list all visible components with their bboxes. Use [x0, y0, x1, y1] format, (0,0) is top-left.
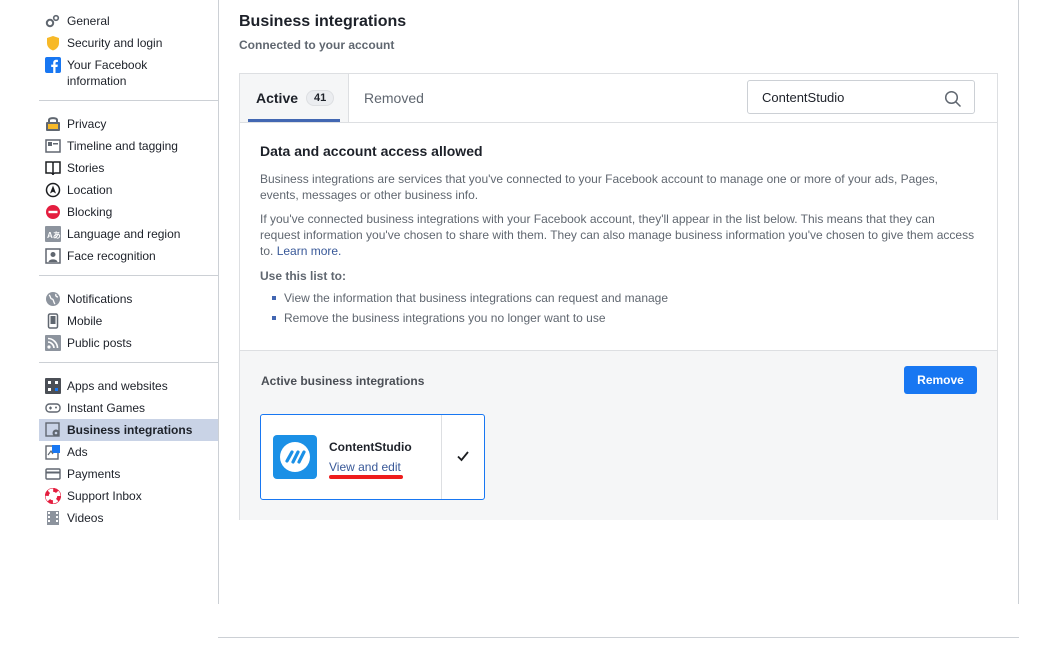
- sidebar-item-security[interactable]: Security and login: [39, 32, 218, 54]
- sidebar-item-label: Instant Games: [67, 401, 146, 415]
- sidebar-item-support-inbox[interactable]: Support Inbox: [39, 485, 218, 507]
- tab-removed[interactable]: Removed: [364, 74, 424, 122]
- learn-more-link[interactable]: Learn more.: [277, 244, 342, 258]
- use-list-title: Use this list to:: [260, 269, 347, 283]
- search-icon[interactable]: [944, 90, 962, 108]
- sidebar-item-stories[interactable]: Stories: [39, 157, 218, 179]
- book-icon: [45, 160, 61, 176]
- active-integrations-title: Active business integrations: [261, 374, 425, 388]
- sidebar-item-general[interactable]: General: [39, 10, 218, 32]
- sidebar-item-label: Language and region: [67, 227, 181, 241]
- sidebar-item-label: Location: [67, 183, 113, 197]
- page-title: Business integrations: [239, 13, 407, 30]
- contentstudio-logo-icon: [273, 435, 317, 479]
- sidebar-item-label: Ads: [67, 445, 88, 459]
- facebook-icon: [45, 57, 61, 73]
- tab-underline: [248, 119, 340, 122]
- sidebar-item-label: Face recognition: [67, 249, 156, 263]
- integration-name: ContentStudio: [329, 440, 412, 454]
- view-and-edit-link[interactable]: View and edit: [329, 460, 401, 474]
- ads-icon: [45, 444, 61, 460]
- business-integrations-icon: [45, 422, 61, 438]
- sidebar-item-notifications[interactable]: Notifications: [39, 288, 218, 310]
- location-icon: [45, 182, 61, 198]
- sidebar-group-privacy: Privacy Timeline and tagging Stories Loc…: [39, 101, 218, 276]
- sidebar-item-label: Videos: [67, 511, 104, 525]
- sidebar-item-label: Stories: [67, 161, 105, 175]
- sidebar-item-location[interactable]: Location: [39, 179, 218, 201]
- globe-icon: [45, 291, 61, 307]
- tab-active[interactable]: Active 41: [240, 74, 349, 122]
- sidebar-item-label: Payments: [67, 467, 121, 481]
- sidebar-item-label: Blocking: [67, 205, 113, 219]
- list-item: View the information that business integ…: [272, 291, 977, 305]
- sidebar-group-notifications: Notifications Mobile Public posts: [39, 276, 218, 363]
- info-paragraph-2-text: If you've connected business integration…: [260, 212, 975, 258]
- sidebar-item-label: Timeline and tagging: [67, 139, 178, 153]
- sidebar-item-instant-games[interactable]: Instant Games: [39, 397, 218, 419]
- sidebar-item-label: Your Facebook information: [67, 58, 148, 88]
- card-divider: [441, 415, 442, 499]
- sidebar-item-timeline-and-tagging[interactable]: Timeline and tagging: [39, 135, 218, 157]
- settings-sidebar: General Security and login Your Facebook…: [39, 0, 218, 648]
- lifebuoy-icon: [45, 488, 61, 504]
- sidebar-item-label: Support Inbox: [67, 489, 142, 503]
- info-paragraph-1: Business integrations are services that …: [260, 172, 939, 202]
- remove-button[interactable]: Remove: [904, 366, 977, 394]
- lock-icon: [45, 116, 61, 132]
- shield-icon: [45, 35, 61, 51]
- list-item: Remove the business integrations you no …: [272, 311, 977, 325]
- integrations-panel: Active 41 Removed Data and account acces…: [239, 73, 998, 520]
- active-count-badge: 41: [306, 90, 335, 106]
- sidebar-group-account: General Security and login Your Facebook…: [39, 0, 218, 101]
- face-recognition-icon: [45, 248, 61, 264]
- sidebar-item-label: Notifications: [67, 292, 133, 306]
- sidebar-item-mobile[interactable]: Mobile: [39, 310, 218, 332]
- sidebar-item-your-facebook-information[interactable]: Your Facebook information: [39, 54, 218, 92]
- tab-active-label: Active: [256, 90, 299, 106]
- search-box[interactable]: [747, 80, 975, 114]
- red-annotation-underline: [329, 475, 403, 479]
- film-icon: [45, 510, 61, 526]
- sidebar-item-language-and-region[interactable]: Aあ Language and region: [39, 223, 218, 245]
- sidebar-item-blocking[interactable]: Blocking: [39, 201, 218, 223]
- gears-icon: [45, 13, 61, 29]
- apps-icon: [45, 378, 61, 394]
- sidebar-item-business-integrations[interactable]: Business integrations: [39, 419, 218, 441]
- sidebar-item-label: General: [67, 14, 110, 28]
- search-input[interactable]: [760, 88, 944, 106]
- sidebar-item-payments[interactable]: Payments: [39, 463, 218, 485]
- timeline-icon: [45, 138, 61, 154]
- sidebar-item-videos[interactable]: Videos: [39, 507, 218, 529]
- sidebar-item-face-recognition[interactable]: Face recognition: [39, 245, 218, 267]
- sidebar-item-label: Business integrations: [67, 423, 193, 437]
- page-subtitle: Connected to your account: [239, 38, 395, 52]
- active-integrations-section: Active business integrations Remove Cont…: [240, 350, 997, 520]
- sidebar-item-label: Mobile: [67, 314, 103, 328]
- sidebar-item-label: Apps and websites: [67, 379, 168, 393]
- info-heading: Data and account access allowed: [260, 143, 483, 159]
- sidebar-item-privacy[interactable]: Privacy: [39, 113, 218, 135]
- mobile-icon: [45, 313, 61, 329]
- payments-icon: [45, 466, 61, 482]
- svg-text:Aあ: Aあ: [47, 231, 61, 240]
- sidebar-item-label: Privacy: [67, 117, 107, 131]
- sidebar-item-ads[interactable]: Ads: [39, 441, 218, 463]
- gamepad-icon: [45, 400, 61, 416]
- sidebar-group-apps: Apps and websites Instant Games Business…: [39, 363, 218, 537]
- sidebar-item-apps-and-websites[interactable]: Apps and websites: [39, 375, 218, 397]
- check-icon[interactable]: [456, 449, 470, 463]
- info-paragraph-2: If you've connected business integration…: [260, 211, 977, 259]
- sidebar-item-label: Security and login: [67, 36, 163, 50]
- blocking-icon: [45, 204, 61, 220]
- integration-card[interactable]: ContentStudio View and edit: [260, 414, 485, 500]
- sidebar-item-label: Public posts: [67, 336, 132, 350]
- use-list: View the information that business integ…: [260, 291, 977, 325]
- language-icon: Aあ: [45, 226, 61, 242]
- info-section: Data and account access allowed Business…: [240, 123, 997, 325]
- tab-bar: Active 41 Removed: [240, 74, 997, 123]
- sidebar-item-public-posts[interactable]: Public posts: [39, 332, 218, 354]
- rss-icon: [45, 335, 61, 351]
